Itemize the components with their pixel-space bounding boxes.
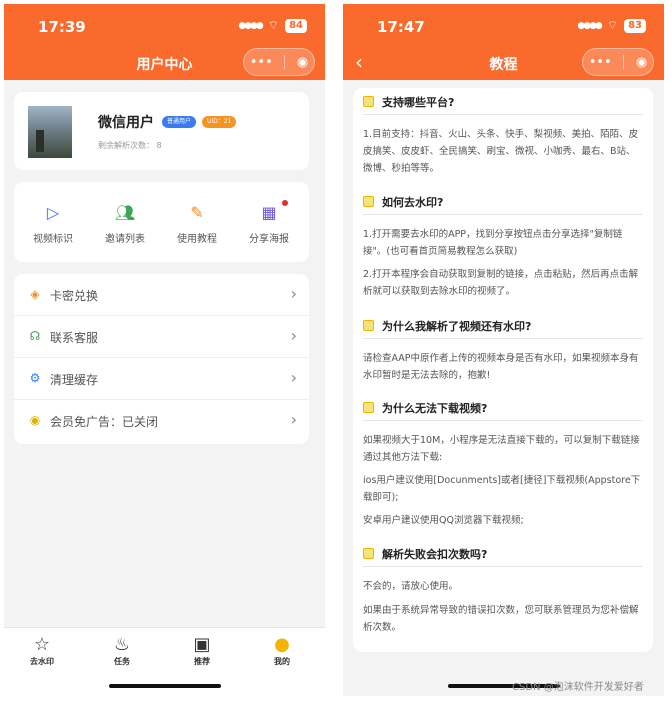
quick-invite-list[interactable]: 👥︎ 邀请列表 [90, 202, 160, 245]
avatar[interactable] [28, 106, 72, 158]
menu-vip-no-ads[interactable]: ◉ 会员免广告：已关闭 › [14, 400, 309, 442]
user-icon: ● [274, 634, 290, 655]
top-bar: 17:47 ●●●● ⌔ 83 ‹ 教程 ••• ◉ [343, 4, 664, 80]
profile-card: 微信用户 普通用户 UID：21 剩余解析次数： 8 [14, 92, 309, 170]
signal-icon: ●●●● [577, 20, 602, 31]
menu-redeem-code[interactable]: ◈ 卡密兑换 › [14, 274, 309, 316]
quick-label: 邀请列表 [105, 234, 145, 245]
settings-menu: ◈ 卡密兑换 › ☊ 联系客服 › ⚙ 清理缓存 › ◉ 会员免广告：已关闭 › [14, 274, 309, 444]
menu-label: 清理缓存 [50, 373, 99, 387]
menu-clear-cache[interactable]: ⚙ 清理缓存 › [14, 358, 309, 400]
faq-answer: 请检查AAP中原作者上传的视频本身是否有水印，如果视频本身有水印暂时是无法去除的… [363, 353, 639, 381]
capsule-divider [284, 55, 286, 69]
quick-tutorial[interactable]: ✎ 使用教程 [162, 202, 232, 245]
signal-icon: ●●●● [238, 20, 263, 31]
tab-recommend[interactable]: ▣ 推荐 [172, 634, 232, 667]
quick-label: 使用教程 [177, 234, 217, 245]
battery-icon: 84 [285, 18, 307, 33]
faq-answer: 2.打开本程序会自动获取到复制的链接，点击粘贴，然后再点击解析就可以获取到去除水… [363, 269, 639, 297]
more-icon[interactable]: ••• [250, 55, 273, 70]
divider [363, 338, 643, 339]
status-time: 17:47 [377, 18, 425, 36]
battery-icon: 83 [624, 18, 646, 33]
divider [363, 114, 643, 115]
miniprogram-capsule: ••• ◉ [243, 48, 315, 76]
status-icons: ●●●● ⌔ 84 [238, 18, 307, 33]
menu-label: 联系客服 [50, 331, 99, 345]
faq-question: 解析失败会扣次数吗? [363, 546, 487, 562]
faq-question: 为什么我解析了视频还有水印? [363, 318, 531, 334]
quick-label: 视频标识 [33, 234, 73, 245]
tab-label: 去水印 [30, 657, 54, 666]
user-type-badge: 普通用户 [162, 116, 197, 128]
chevron-right-icon: › [290, 284, 297, 303]
capsule-divider [623, 55, 625, 69]
tab-label: 任务 [114, 657, 130, 666]
bullet-icon [363, 196, 374, 207]
faq-question: 支持哪些平台? [363, 94, 454, 110]
top-bar: 17:39 ●●●● ⌔ 84 用户中心 ••• ◉ [4, 4, 325, 80]
faq-card: 支持哪些平台? 1.目前支持：抖音、火山、头条、快手、梨视频、美拍、陌陌、皮皮搞… [353, 88, 653, 652]
tab-remove-watermark[interactable]: ☆ 去水印 [12, 634, 72, 667]
miniprogram-capsule: ••• ◉ [582, 48, 654, 76]
faq-answer: 不会的，请放心使用。 [363, 581, 459, 592]
gear-icon: ⚙ [29, 371, 41, 385]
home-indicator [108, 684, 221, 688]
faq-answer: 1.打开需要去水印的APP，找到分享按钮点击分享选择"复制链接"。(也可看首页简… [363, 229, 623, 257]
menu-label: 会员免广告：已关闭 [50, 415, 159, 429]
vip-icon: ◉ [29, 413, 41, 427]
tab-mine[interactable]: ● 我的 [252, 634, 312, 667]
ticket-icon: ◈ [30, 287, 40, 301]
qrcode-icon: ▦ [261, 203, 277, 222]
remaining-count: 剩余解析次数： 8 [98, 141, 162, 150]
faq-answer: ios用户建议使用[Docunments]或者[捷径]下载视频(Appstore… [363, 475, 641, 503]
headset-icon: ☊ [29, 329, 41, 343]
bullet-icon [363, 320, 374, 331]
close-miniprogram-icon[interactable]: ◉ [297, 55, 308, 70]
chevron-right-icon: › [290, 326, 297, 345]
edit-icon: ✎ [190, 203, 204, 222]
quick-actions: ▷ 视频标识 👥︎ 邀请列表 ✎ 使用教程 ▦ 分享海报 [14, 182, 309, 262]
quick-share-poster[interactable]: ▦ 分享海报 [234, 200, 304, 245]
apps-icon: ▣ [193, 634, 211, 655]
bullet-icon [363, 402, 374, 413]
chevron-right-icon: › [290, 410, 297, 429]
user-name: 微信用户 [98, 115, 154, 131]
tab-tasks[interactable]: ♨ 任务 [92, 634, 152, 667]
watermark-text: CSDN @泡沫软件开发爱好者 [512, 682, 644, 693]
notification-dot [282, 200, 288, 206]
wifi-icon: ⌔ [606, 18, 619, 32]
quick-label: 分享海报 [249, 234, 289, 245]
faq-question: 为什么无法下载视频? [363, 400, 487, 416]
uid-badge: UID：21 [202, 116, 237, 128]
users-icon: 👥︎ [114, 203, 136, 222]
status-icons: ●●●● ⌔ 83 [577, 18, 646, 33]
tutorial-screen: 17:47 ●●●● ⌔ 83 ‹ 教程 ••• ◉ 支持哪些平台? 1.目前支… [343, 4, 664, 696]
faq-answer: 如果视频大于10M，小程序是无法直接下载的，可以复制下载链接通过其他方法下载: [363, 435, 640, 463]
flame-icon: ♨ [113, 634, 131, 655]
quick-video-tag[interactable]: ▷ 视频标识 [18, 202, 88, 245]
play-circle-icon: ▷ [46, 203, 60, 222]
close-miniprogram-icon[interactable]: ◉ [636, 55, 647, 70]
divider [363, 420, 643, 421]
faq-answer: 如果由于系统异常导致的错误扣次数，您可联系管理员为您补偿解析次数。 [363, 605, 639, 633]
tab-bar: ☆ 去水印 ♨ 任务 ▣ 推荐 ● 我的 [4, 627, 325, 696]
faq-answer: 1.目前支持：抖音、火山、头条、快手、梨视频、美拍、陌陌、皮皮搞笑、皮皮虾、全民… [363, 129, 639, 174]
wifi-icon: ⌔ [267, 18, 280, 32]
menu-label: 卡密兑换 [50, 289, 99, 303]
divider [363, 214, 643, 215]
star-icon: ☆ [33, 634, 51, 655]
user-center-screen: 17:39 ●●●● ⌔ 84 用户中心 ••• ◉ 微信用户 普通用户 UID… [4, 4, 325, 696]
chevron-right-icon: › [290, 368, 297, 387]
menu-customer-service[interactable]: ☊ 联系客服 › [14, 316, 309, 358]
tab-label: 我的 [274, 657, 290, 666]
more-icon[interactable]: ••• [589, 55, 612, 70]
divider [363, 566, 643, 567]
status-time: 17:39 [38, 18, 86, 36]
bullet-icon [363, 96, 374, 107]
faq-answer: 安卓用户建议使用QQ浏览器下载视频; [363, 515, 524, 526]
tab-label: 推荐 [194, 657, 210, 666]
faq-question: 如何去水印? [363, 194, 443, 210]
bullet-icon [363, 548, 374, 559]
